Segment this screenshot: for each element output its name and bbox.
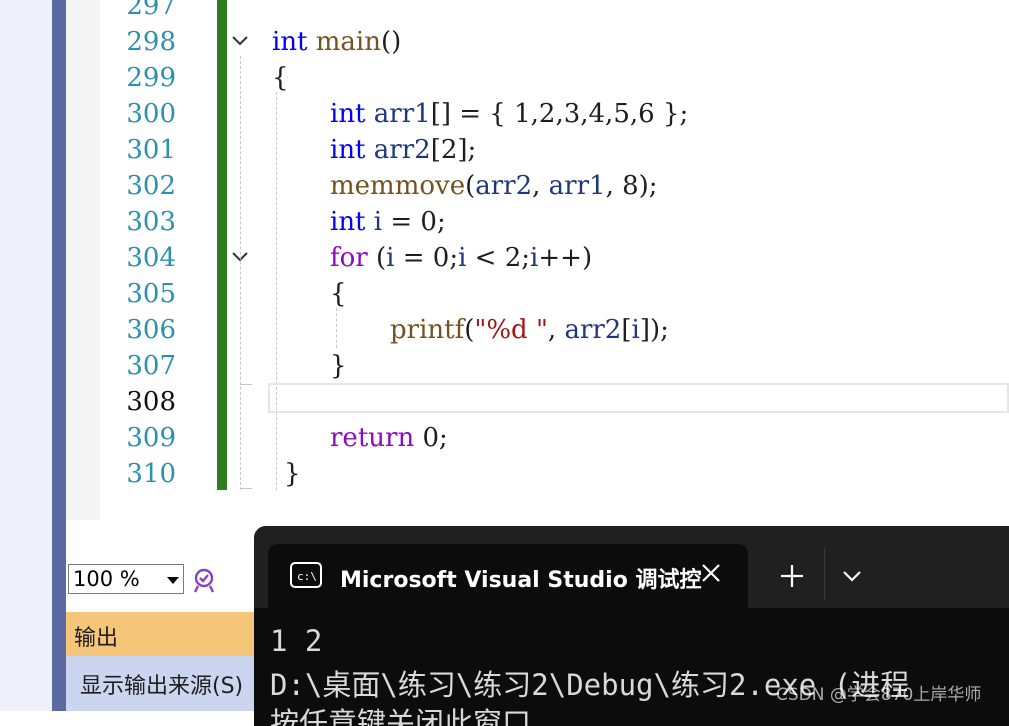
code-line-310[interactable]: } xyxy=(284,456,301,492)
fold-chevron-down-icon[interactable] xyxy=(229,30,251,52)
line-number: 310 xyxy=(126,459,176,489)
line-number: 302 xyxy=(126,171,176,201)
outline-guide-tick xyxy=(240,488,252,489)
terminal-tab-title: Microsoft Visual Studio 调试控 xyxy=(340,568,702,593)
output-source-bar[interactable]: 显示输出来源(S) xyxy=(66,656,256,711)
chevron-down-icon[interactable] xyxy=(840,564,864,588)
code-line-309[interactable]: return 0; xyxy=(330,420,448,456)
code-line-302[interactable]: memmove(arr2, arr1, 8); xyxy=(330,168,658,204)
zoom-value: 100 % xyxy=(73,567,140,591)
line-number: 307 xyxy=(126,351,176,381)
line-number: 301 xyxy=(126,135,176,165)
line-number: 306 xyxy=(126,315,176,345)
line-number: 297 xyxy=(126,0,176,21)
line-number: 304 xyxy=(126,243,176,273)
code-line-304[interactable]: for (i = 0;i < 2;i++) xyxy=(330,240,592,276)
indent-guide xyxy=(276,92,277,490)
left-panel-edge xyxy=(52,0,66,711)
outline-guide-tick xyxy=(240,384,252,385)
current-line-highlight xyxy=(268,383,1009,413)
svg-text:c:\: c:\ xyxy=(297,570,317,583)
code-line-306[interactable]: printf("%d ", arr2[i]); xyxy=(390,312,669,348)
tab-bar-divider xyxy=(824,548,825,600)
indent-guide xyxy=(336,308,337,348)
terminal-output-line: 按任意键关闭此窗口 xyxy=(270,706,532,726)
code-line-307[interactable]: } xyxy=(330,348,347,384)
line-number: 300 xyxy=(126,99,176,129)
line-number: 299 xyxy=(126,63,176,93)
code-line-301[interactable]: int arr2[2]; xyxy=(330,132,476,168)
line-number: 298 xyxy=(126,27,176,57)
dropdown-arrow-icon xyxy=(167,577,179,584)
intellicode-icon[interactable] xyxy=(190,566,218,594)
outline-guide xyxy=(240,56,241,490)
code-line-300[interactable]: int arr1[] = { 1,2,3,4,5,6 }; xyxy=(330,96,688,132)
close-icon[interactable] xyxy=(696,558,726,588)
terminal-icon: c:\ xyxy=(290,562,322,588)
line-number: 303 xyxy=(126,207,176,237)
code-line-305[interactable]: { xyxy=(330,276,347,312)
line-number: 309 xyxy=(126,423,176,453)
output-panel-header[interactable]: 输出 xyxy=(66,612,256,656)
code-line-303[interactable]: int i = 0; xyxy=(330,204,446,240)
csdn-watermark: CSDN @学会870上岸华师 xyxy=(776,685,982,705)
line-number-active: 308 xyxy=(126,387,176,417)
code-line-299[interactable]: { xyxy=(272,60,289,96)
output-source-label: 显示输出来源(S) xyxy=(80,674,244,699)
line-number: 305 xyxy=(126,279,176,309)
terminal-tab[interactable]: c:\ Microsoft Visual Studio 调试控 xyxy=(268,544,748,608)
code-line-298[interactable]: int main() xyxy=(272,24,401,60)
terminal-output-line: 1 2 xyxy=(270,624,323,658)
left-panel-background xyxy=(0,0,52,711)
output-panel-title: 输出 xyxy=(74,626,119,651)
change-tracking-bar xyxy=(217,0,227,490)
new-tab-plus-icon[interactable] xyxy=(778,562,806,590)
zoom-select[interactable]: 100 % xyxy=(68,564,184,594)
